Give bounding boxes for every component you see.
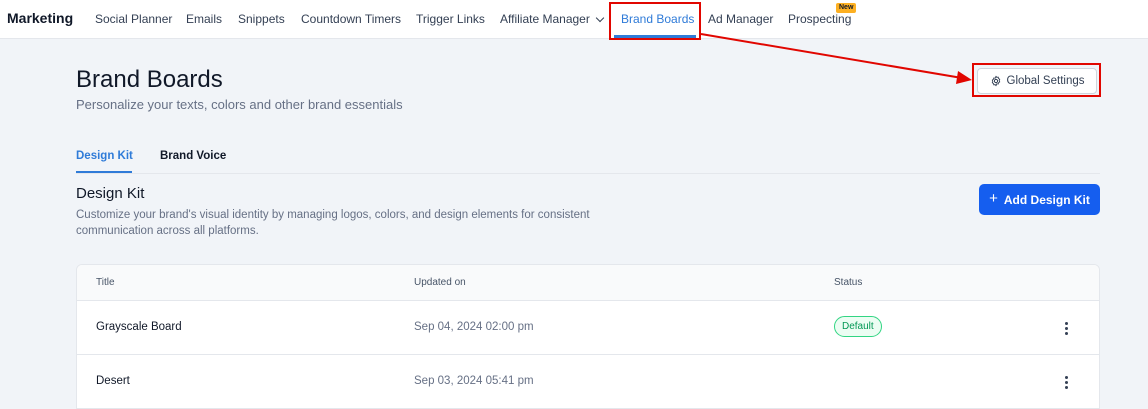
section-title: Design Kit (76, 185, 145, 202)
page-title: Brand Boards (76, 66, 223, 93)
add-design-kit-label: Add Design Kit (1003, 192, 1090, 207)
table-row[interactable]: Desert Sep 03, 2024 05:41 pm (77, 355, 1099, 409)
status-badge: Default (834, 316, 882, 337)
active-tab-indicator (76, 171, 132, 173)
row-title: Grayscale Board (96, 321, 182, 333)
global-settings-label: Global Settings (1006, 75, 1085, 87)
plus-icon: + (989, 190, 998, 207)
more-options-icon[interactable] (1057, 318, 1075, 338)
column-header-title: Title (96, 277, 115, 288)
page-subtitle: Personalize your texts, colors and other… (76, 97, 403, 112)
design-kit-table: Title Updated on Status Grayscale Board … (76, 264, 1100, 409)
global-settings-button[interactable]: Global Settings (977, 68, 1097, 94)
column-header-status: Status (834, 277, 863, 288)
section-description: Customize your brand's visual identity b… (76, 209, 590, 237)
tab-design-kit[interactable]: Design Kit (76, 150, 133, 162)
tabs-divider (76, 173, 1100, 174)
row-updated-on: Sep 04, 2024 02:00 pm (414, 321, 534, 333)
add-design-kit-button[interactable]: + Add Design Kit (979, 184, 1100, 215)
table-header: Title Updated on Status (77, 265, 1099, 301)
tab-brand-voice[interactable]: Brand Voice (160, 150, 226, 162)
column-header-updated-on: Updated on (414, 277, 466, 288)
row-title: Desert (96, 375, 130, 387)
gear-icon (991, 75, 1000, 87)
more-options-icon[interactable] (1057, 372, 1075, 392)
row-updated-on: Sep 03, 2024 05:41 pm (414, 375, 534, 387)
table-row[interactable]: Grayscale Board Sep 04, 2024 02:00 pm De… (77, 301, 1099, 355)
